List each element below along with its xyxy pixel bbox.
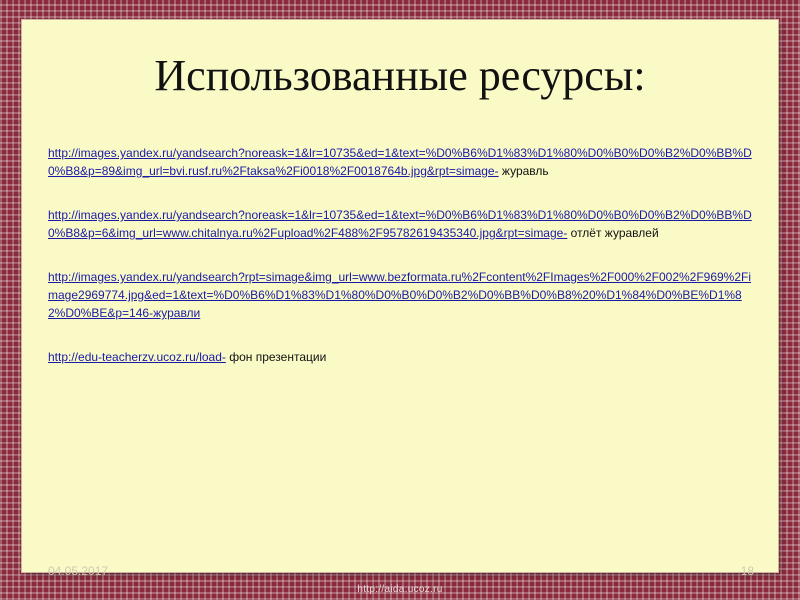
- resource-desc-1: журавль: [498, 164, 549, 178]
- resource-desc-2: отлёт журавлей: [567, 226, 659, 240]
- resource-entry-3: http://images.yandex.ru/yandsearch?rpt=s…: [48, 268, 754, 322]
- watermark: http://aida.ucoz.ru: [357, 584, 443, 595]
- resource-entry-4: http://edu-teacherzv.ucoz.ru/load- фон п…: [48, 348, 754, 366]
- slide-title: Использованные ресурсы:: [154, 51, 646, 100]
- resource-list: http://images.yandex.ru/yandsearch?norea…: [48, 144, 754, 392]
- resource-link-1[interactable]: http://images.yandex.ru/yandsearch?norea…: [48, 146, 752, 178]
- resource-link-4[interactable]: http://edu-teacherzv.ucoz.ru/load-: [48, 350, 226, 364]
- footer-date: 04.05.2017: [48, 564, 109, 578]
- resource-desc-4: фон презентации: [225, 350, 327, 364]
- resource-entry-2: http://images.yandex.ru/yandsearch?norea…: [48, 206, 754, 242]
- slide-panel: Использованные ресурсы: http://images.ya…: [22, 20, 778, 578]
- slide-number: 18: [740, 564, 754, 578]
- resource-link-3[interactable]: http://images.yandex.ru/yandsearch?rpt=s…: [48, 270, 751, 320]
- resource-entry-1: http://images.yandex.ru/yandsearch?norea…: [48, 144, 754, 180]
